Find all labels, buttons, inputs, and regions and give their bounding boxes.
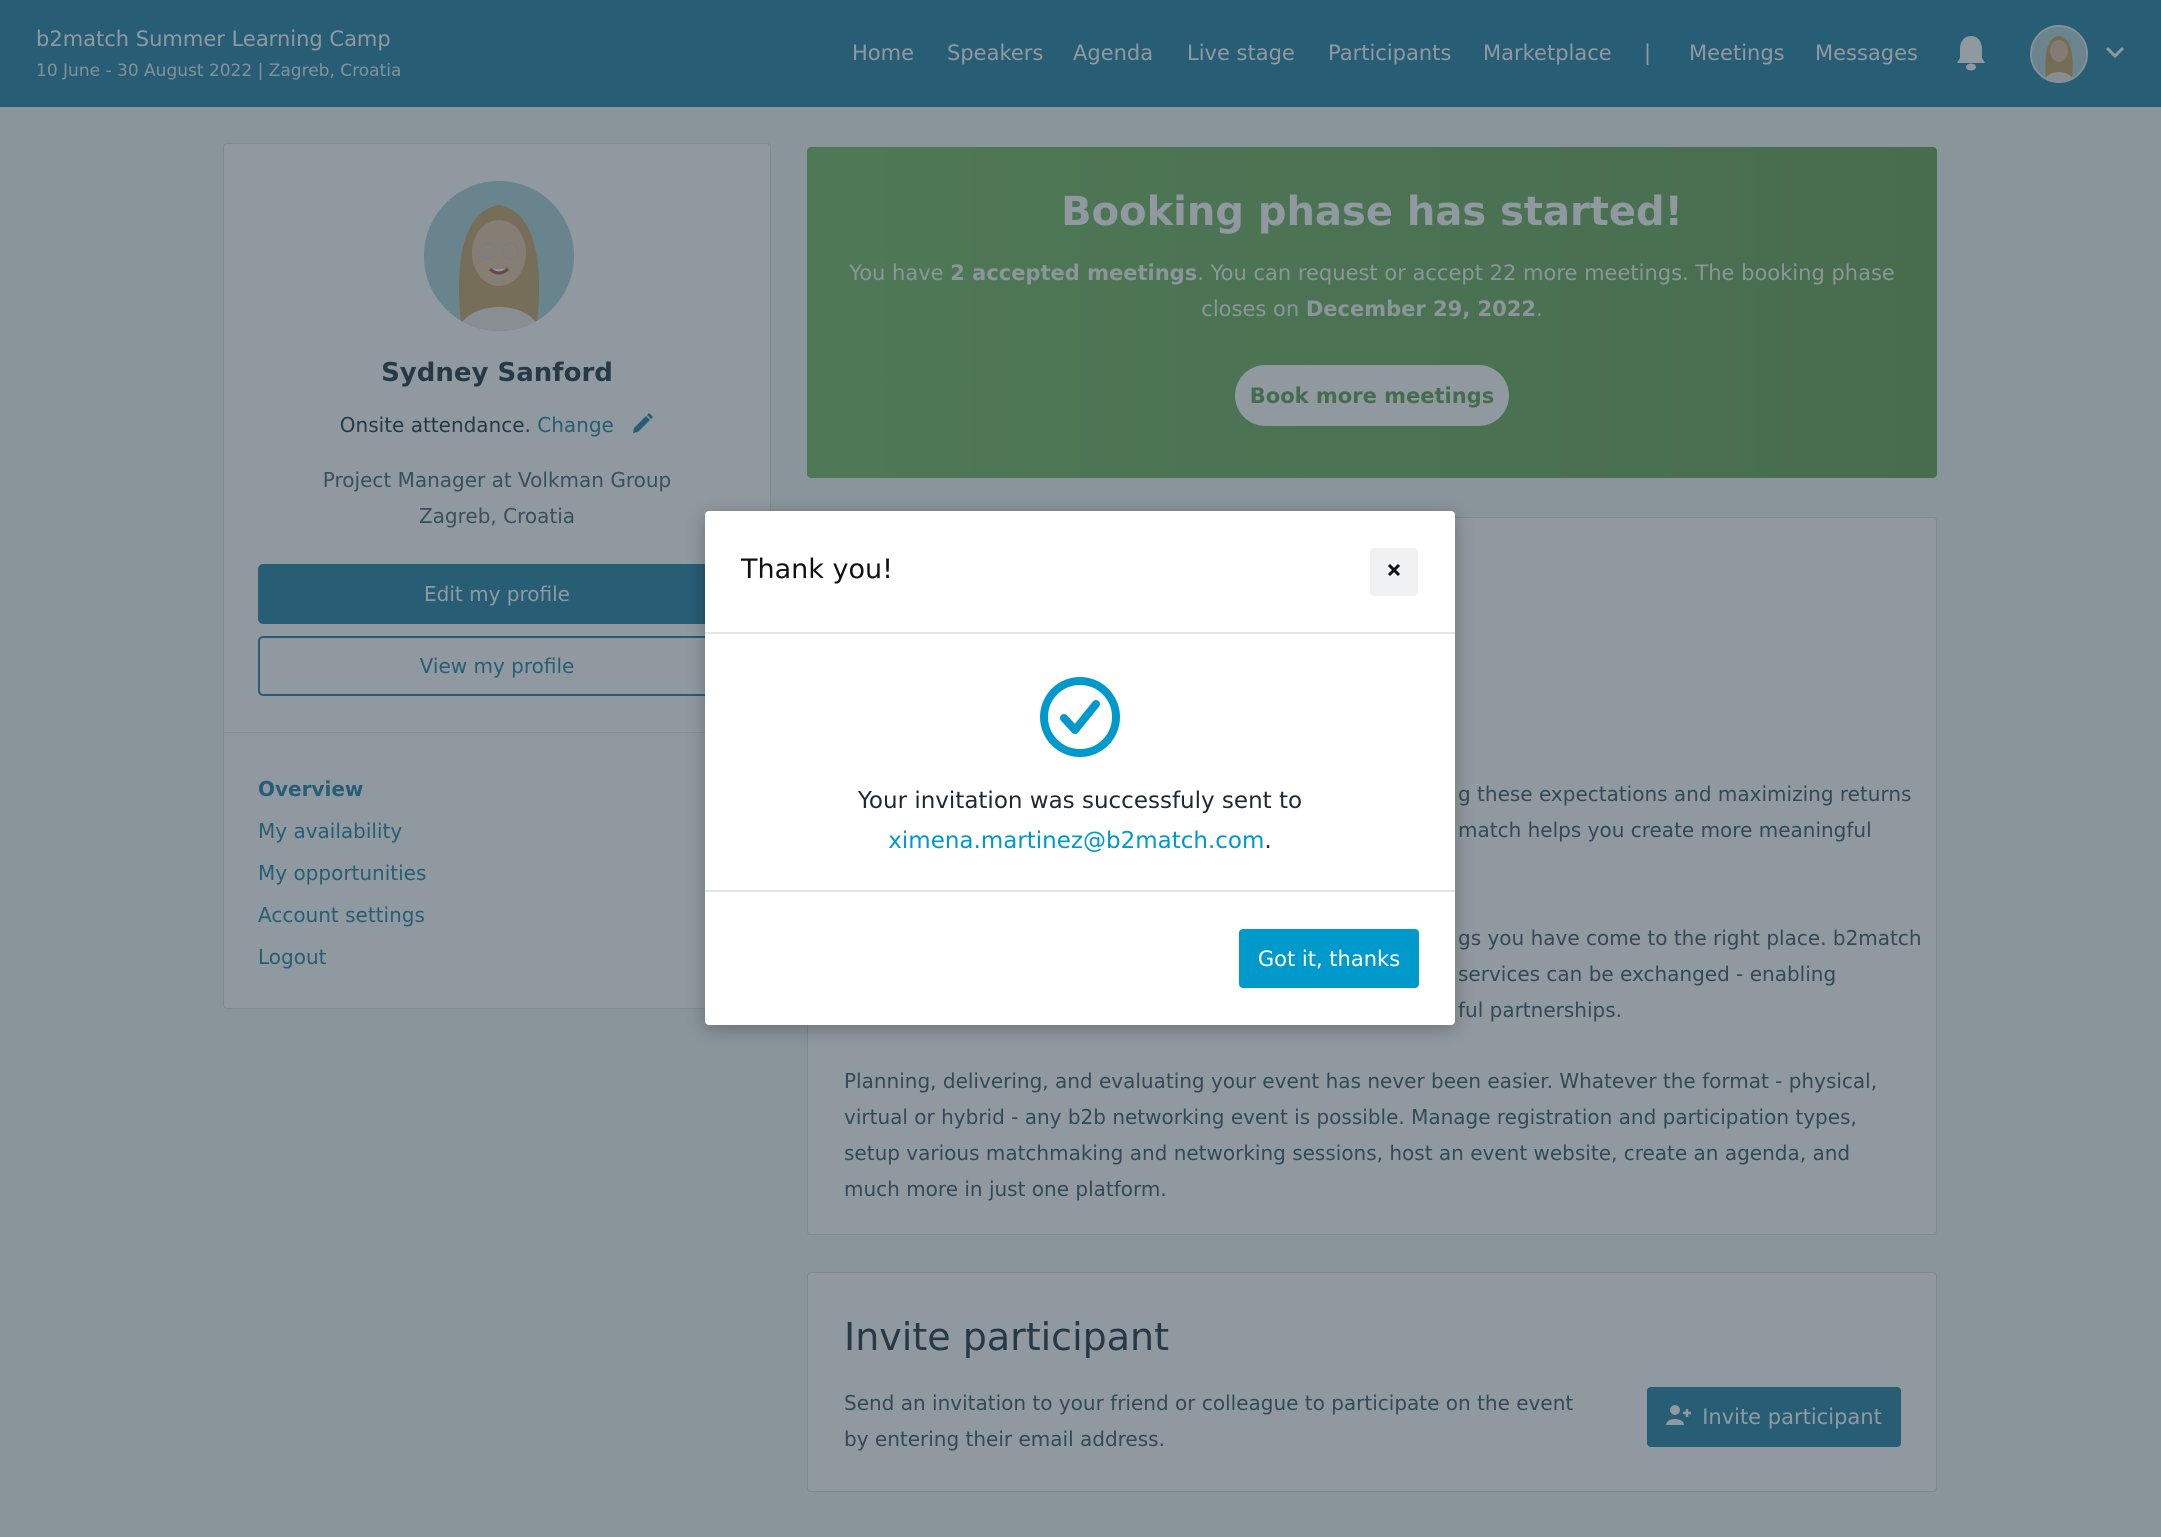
invited-email-link[interactable]: ximena.martinez@b2match.com (888, 828, 1264, 854)
modal-header-divider (705, 632, 1455, 634)
got-it-button[interactable]: Got it, thanks (1239, 929, 1419, 988)
check-circle-icon (1039, 676, 1121, 758)
email-suffix: . (1264, 828, 1272, 854)
close-icon (1386, 562, 1402, 582)
close-button[interactable] (1370, 548, 1418, 596)
modal-title: Thank you! (741, 554, 893, 585)
invitation-sent-text: Your invitation was successfuly sent to (857, 788, 1303, 814)
modal-message: Your invitation was successfuly sent to … (705, 781, 1455, 861)
thank-you-modal: Thank you! Your invitation was successfu… (705, 511, 1455, 1025)
modal-footer-divider (705, 890, 1455, 892)
